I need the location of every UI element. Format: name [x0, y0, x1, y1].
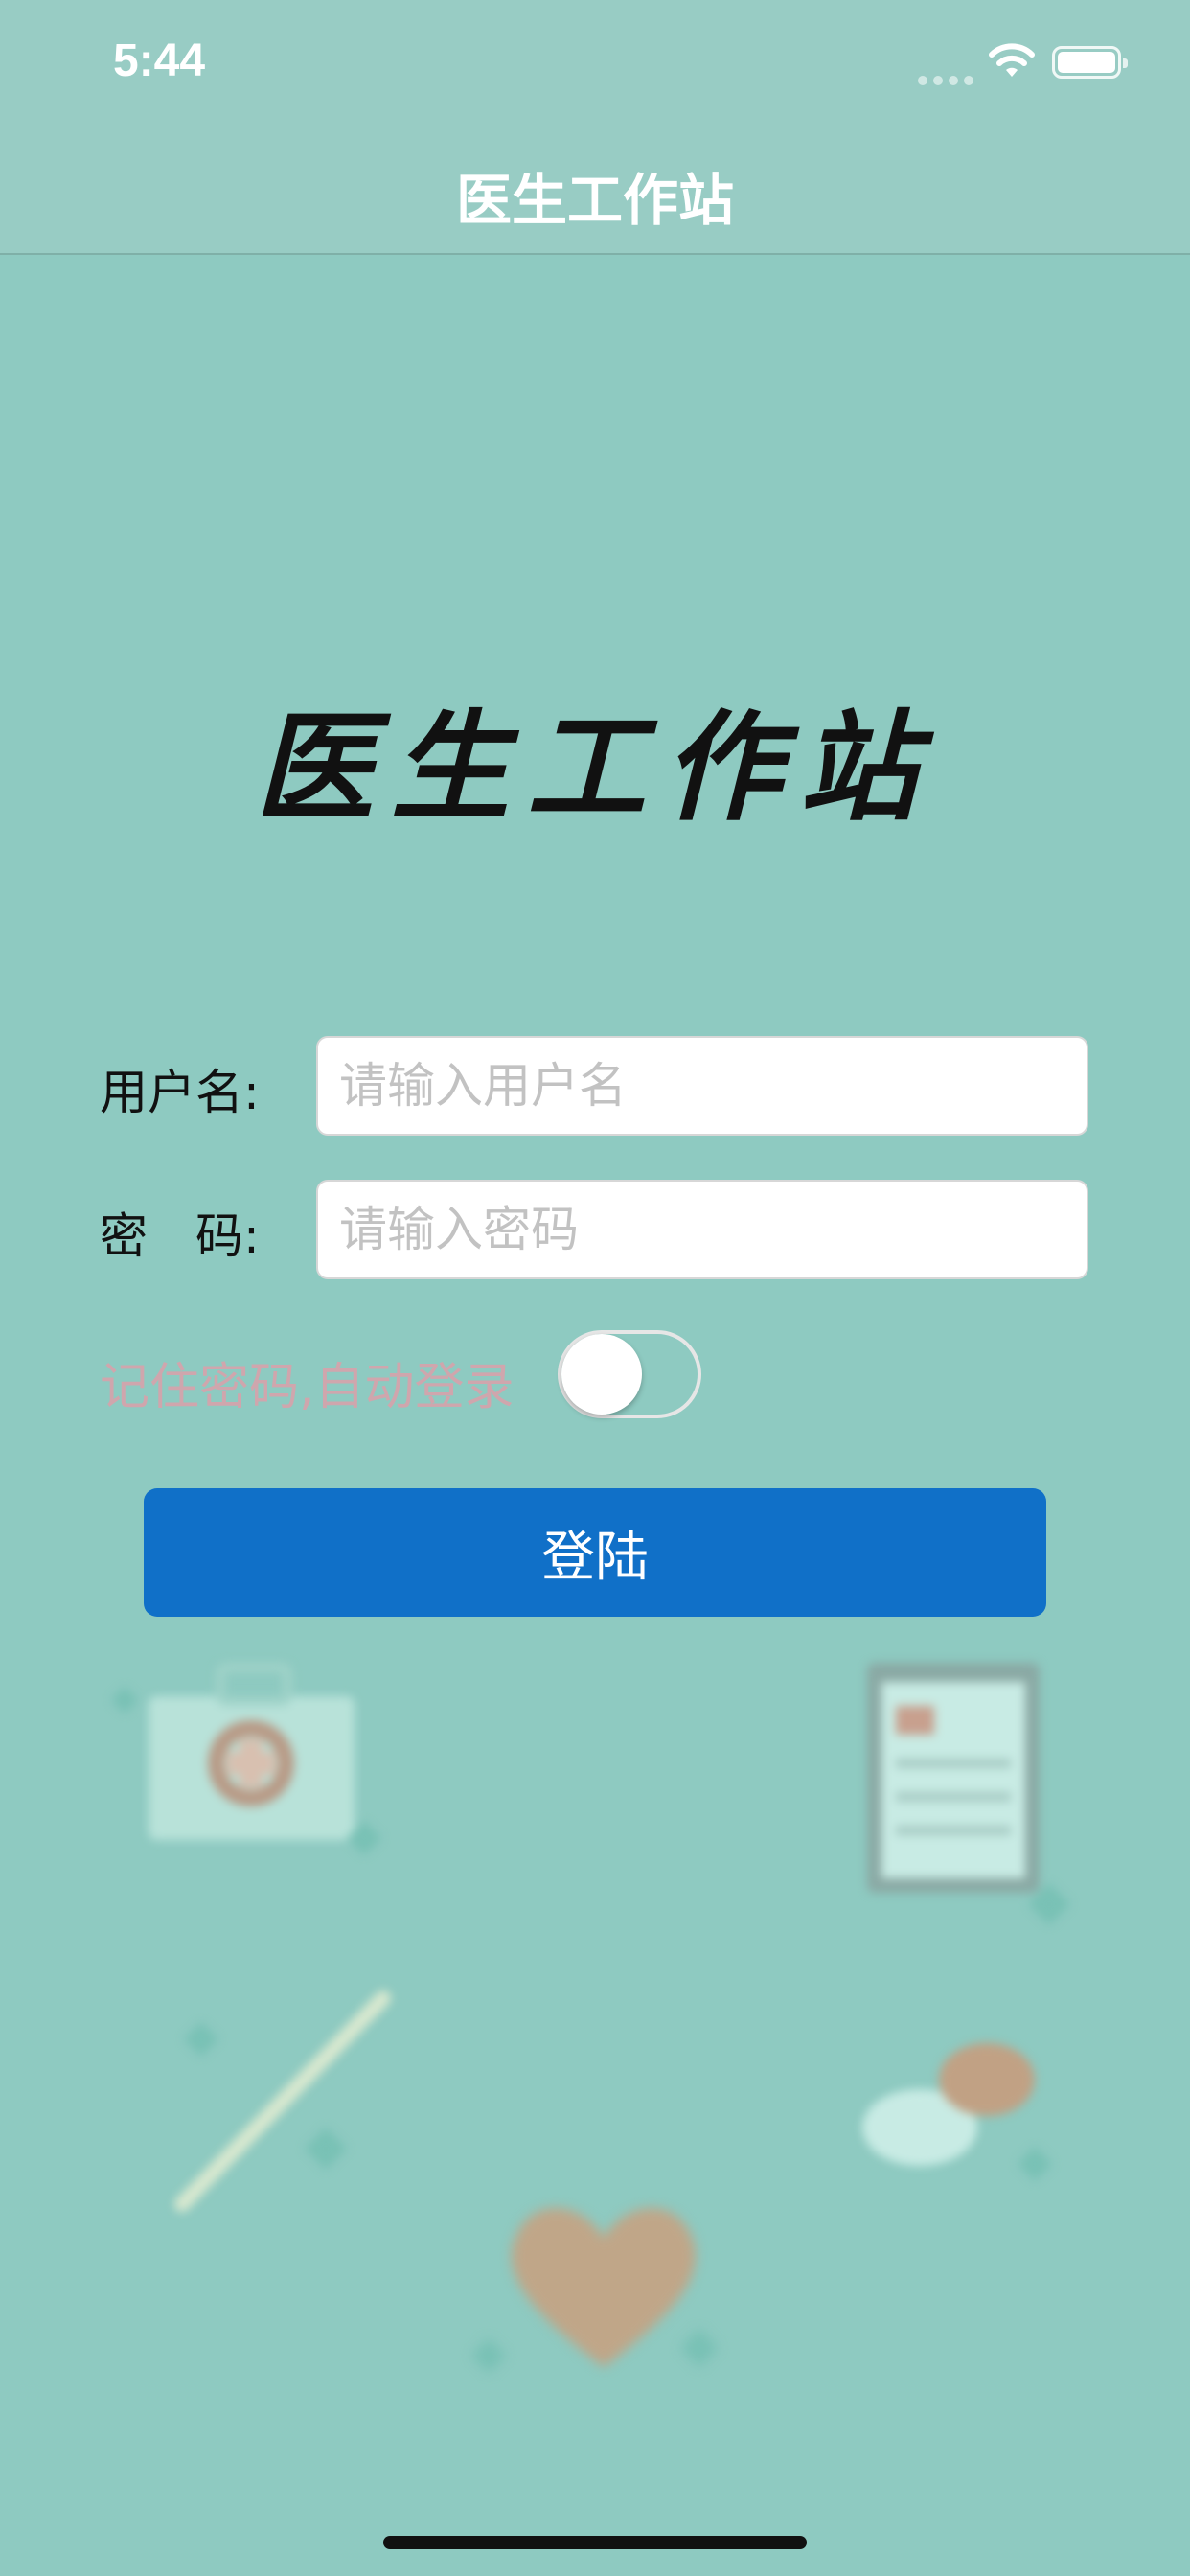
password-input[interactable]	[316, 1180, 1088, 1279]
home-indicator	[383, 2536, 807, 2549]
first-aid-kit-icon	[111, 1663, 381, 1855]
toggle-knob	[561, 1334, 642, 1414]
remember-password-label: 记住密码,自动登录	[100, 1359, 515, 1416]
navigation-bar: 医生工作站	[0, 134, 1190, 255]
username-input[interactable]	[316, 1036, 1088, 1136]
battery-icon	[1052, 46, 1128, 79]
remember-password-toggle[interactable]	[558, 1330, 701, 1418]
clipboard-icon	[867, 1663, 1070, 1925]
wifi-icon	[989, 43, 1035, 77]
brand-title: 医生工作站	[254, 699, 935, 838]
cellular-signal-icon	[918, 71, 979, 89]
pills-icon	[862, 2043, 1052, 2181]
heart-icon	[471, 2208, 719, 2373]
username-label: 用户名:	[100, 1065, 260, 1120]
password-label: 密 码:	[100, 1208, 260, 1264]
pen-icon	[174, 1990, 391, 2212]
status-time: 5:44	[113, 35, 206, 86]
login-button[interactable]: 登陆	[144, 1488, 1046, 1617]
status-bar: 5:44	[0, 0, 1190, 134]
nav-title: 医生工作站	[455, 168, 734, 233]
